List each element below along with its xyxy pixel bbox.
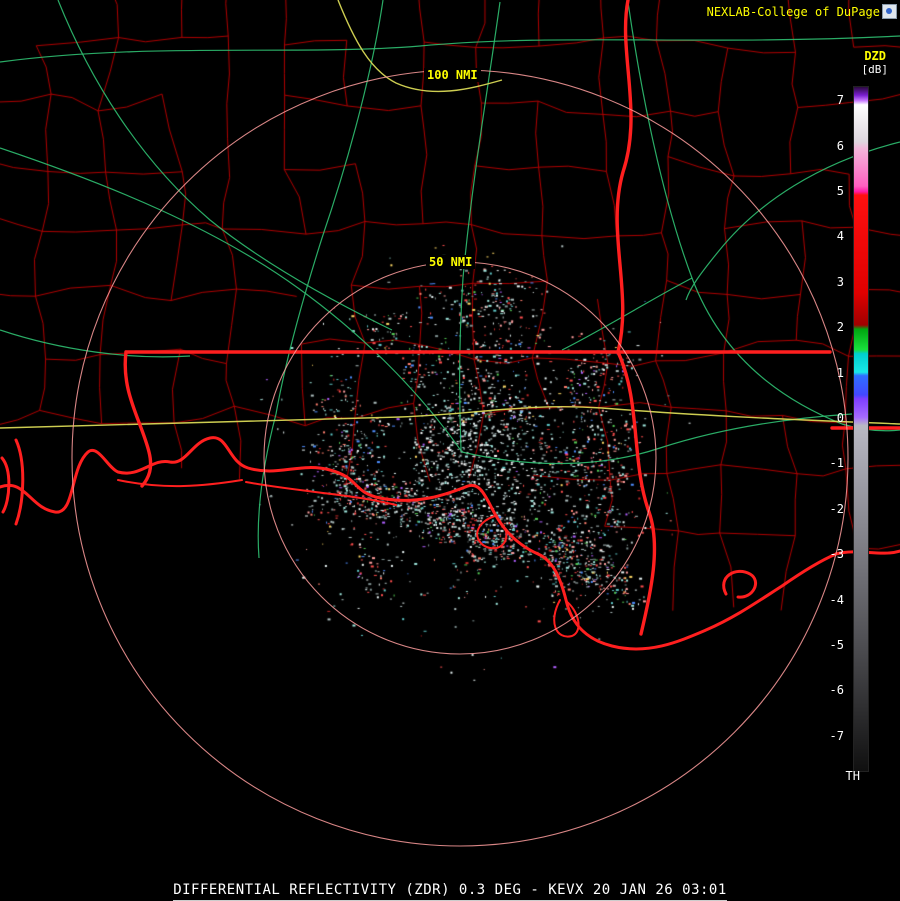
- highways-green: [0, 0, 900, 559]
- highways-yellow: [0, 0, 900, 429]
- product-caption: DIFFERENTIAL REFLECTIVITY (ZDR) 0.3 DEG …: [173, 882, 727, 901]
- colorbar: [853, 86, 869, 772]
- cod-page-icon: [882, 4, 897, 19]
- range-rings: [71, 69, 849, 847]
- threshold-label: TH: [845, 769, 860, 783]
- range-ring-100nmi: [71, 69, 849, 847]
- range-ring-50nmi: [263, 261, 657, 655]
- radar-display: { "brand": { "text": "NEXLAB-College of …: [0, 0, 900, 901]
- range-ring-label-100nmi: 100 NMI: [424, 68, 481, 82]
- product-code-label: DZD: [864, 49, 886, 63]
- brand-text: NEXLAB-College of DuPage: [706, 5, 880, 19]
- product-caption-bar: DIFFERENTIAL REFLECTIVITY (ZDR) 0.3 DEG …: [0, 879, 900, 901]
- units-label: [dB]: [861, 63, 889, 76]
- coastline: [0, 436, 900, 651]
- globe-dot-icon: [886, 8, 892, 14]
- range-ring-label-50nmi: 50 NMI: [426, 255, 476, 269]
- map-overlay: [0, 0, 900, 847]
